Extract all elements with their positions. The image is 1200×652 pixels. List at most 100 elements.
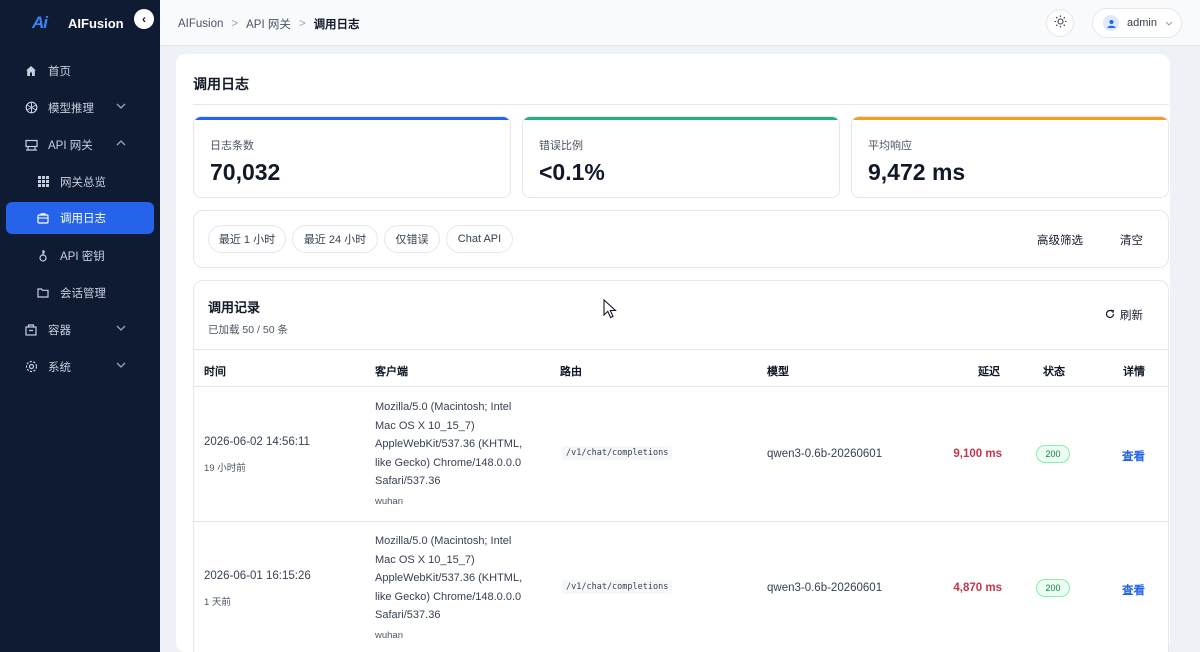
stat-value: <0.1% <box>539 159 605 185</box>
user-agent-line: Mozilla/5.0 (Macintosh; Intel <box>375 535 512 547</box>
cell-route: /v1/chat/completions <box>562 580 673 594</box>
brand-logo: Ai <box>32 13 48 32</box>
records-title: 调用记录 <box>208 300 261 315</box>
records-subtitle: 已加载 50 / 50 条 <box>208 324 288 336</box>
stat-value: 9,472 ms <box>868 159 966 185</box>
cell-location: wuhan <box>375 496 403 507</box>
sidebar-item-sessions[interactable]: 会话管理 <box>0 274 160 311</box>
collapse-sidebar-button[interactable]: ‹ <box>134 9 154 29</box>
page-title: 调用日志 <box>193 76 249 92</box>
user-agent-line: like Gecko) Chrome/148.0.0.0 <box>375 590 522 603</box>
filter-chip-errors-only[interactable]: 仅错误 <box>384 225 440 253</box>
column-header-client: 客户端 <box>375 366 408 378</box>
cell-relative-time: 19 小时前 <box>204 463 246 474</box>
stat-label: 错误比例 <box>539 140 583 152</box>
cell-time: 2026-06-01 16:15:26 <box>204 570 311 582</box>
brand: Ai AIFusion <box>32 10 124 36</box>
filter-chip-last-1h[interactable]: 最近 1 小时 <box>208 225 286 253</box>
advanced-filter-button[interactable]: 高级筛选 <box>1037 232 1083 248</box>
cell-user-agent: Mozilla/5.0 (Macintosh; Intel Mac OS X 1… <box>375 532 545 625</box>
stat-value: 70,032 <box>210 159 281 185</box>
sidebar-item-gateway-overview[interactable]: 网关总览 <box>0 163 160 200</box>
breadcrumb-item[interactable]: AIFusion <box>178 18 223 30</box>
sidebar-item-api-gateway[interactable]: API 网关 <box>0 126 160 163</box>
refresh-label: 刷新 <box>1120 310 1143 322</box>
stat-label: 平均响应 <box>868 140 912 152</box>
view-detail-link[interactable]: 查看 <box>1122 448 1145 464</box>
brand-name: AIFusion <box>68 15 124 31</box>
sidebar-item-home[interactable]: 首页 <box>0 52 160 89</box>
user-agent-line: like Gecko) Chrome/148.0.0.0 <box>375 456 522 469</box>
breadcrumb-separator-icon: > <box>231 18 239 30</box>
refresh-button[interactable]: 刷新 <box>1105 307 1143 323</box>
sun-icon <box>1054 15 1067 31</box>
cell-relative-time: 1 天前 <box>204 597 231 608</box>
cell-latency: 9,100 ms <box>953 448 1002 460</box>
sidebar-item-api-keys[interactable]: API 密钥 <box>0 237 160 274</box>
sidebar-item-label: 模型推理 <box>48 102 94 115</box>
stat-card-avg-response: 平均响应 9,472 ms <box>851 116 1169 198</box>
model-icon <box>24 101 38 115</box>
user-agent-line: Safari/537.36 <box>375 609 441 621</box>
grid-icon <box>36 175 50 189</box>
theme-toggle-button[interactable] <box>1046 9 1074 37</box>
clear-filter-button[interactable]: 清空 <box>1120 232 1143 248</box>
column-header-detail: 详情 <box>1123 366 1145 378</box>
sidebar-item-label: 网关总览 <box>60 176 106 189</box>
sidebar-item-model-inference[interactable]: 模型推理 <box>0 89 160 126</box>
breadcrumb-separator-icon: > <box>298 18 306 30</box>
sidebar-item-label: 会话管理 <box>60 287 106 300</box>
table-row: 2026-06-02 14:56:11 19 小时前 Mozilla/5.0 (… <box>194 388 1168 522</box>
sidebar-item-label: 调用日志 <box>60 213 106 225</box>
cell-latency: 4,870 ms <box>953 582 1002 594</box>
divider <box>193 104 1169 105</box>
sidebar-item-containers[interactable]: 容器 <box>0 311 160 348</box>
chevron-down-icon <box>116 360 126 371</box>
sidebar-item-system[interactable]: 系统 <box>0 348 160 385</box>
sidebar: Ai AIFusion ‹ 首页 模型推理 API 网关 网关总览 调用日志 A… <box>0 0 160 652</box>
user-agent-line: Mozilla/5.0 (Macintosh; Intel <box>375 401 512 413</box>
chevron-down-icon <box>1165 18 1173 28</box>
user-agent-line: AppleWebKit/537.36 (KHTML, <box>375 572 523 584</box>
topbar: AIFusion > API 网关 > 调用日志 admin <box>160 0 1200 46</box>
column-header-route: 路由 <box>560 366 582 378</box>
user-agent-line: Mac OS X 10_15_7) <box>375 419 475 432</box>
column-header-latency: 延迟 <box>978 366 1000 378</box>
column-header-time: 时间 <box>204 366 226 378</box>
table-header: 时间 客户端 路由 模型 延迟 状态 详情 <box>194 349 1168 387</box>
sidebar-nav: 首页 模型推理 API 网关 网关总览 调用日志 API 密钥 会话管理 容器 … <box>0 52 160 385</box>
home-icon <box>24 64 38 78</box>
user-name: admin <box>1127 17 1157 29</box>
filter-chip-last-24h[interactable]: 最近 24 小时 <box>292 225 378 253</box>
avatar <box>1103 15 1119 31</box>
table-row: 2026-06-01 16:15:26 1 天前 Mozilla/5.0 (Ma… <box>194 522 1168 652</box>
sidebar-item-label: API 网关 <box>48 139 93 152</box>
filter-chip-chat-api[interactable]: Chat API <box>446 225 513 253</box>
breadcrumb-item[interactable]: API 网关 <box>246 16 291 32</box>
sidebar-item-label: 系统 <box>48 361 71 374</box>
settings-icon <box>24 360 38 374</box>
sidebar-item-label: API 密钥 <box>60 250 105 263</box>
column-header-status: 状态 <box>1043 366 1065 378</box>
main-content: 调用日志 日志条数 70,032 错误比例 <0.1% 平均响应 9,472 m… <box>160 46 1200 652</box>
user-menu-button[interactable]: admin <box>1092 8 1182 38</box>
status-badge: 200 <box>1036 579 1070 597</box>
view-detail-link[interactable]: 查看 <box>1122 582 1145 598</box>
column-header-model: 模型 <box>767 366 789 378</box>
folder-icon <box>36 286 50 300</box>
gateway-icon <box>24 138 38 152</box>
filter-bar: 最近 1 小时 最近 24 小时 仅错误 Chat API 高级筛选 清空 <box>193 210 1169 268</box>
records-table-card: 调用记录 已加载 50 / 50 条 刷新 时间 客户端 路由 模型 延迟 状态… <box>193 280 1169 652</box>
user-agent-line: Mac OS X 10_15_7) <box>375 553 475 566</box>
log-icon <box>36 211 50 225</box>
stat-accent-bar <box>523 117 839 120</box>
page-card: 调用日志 日志条数 70,032 错误比例 <0.1% 平均响应 9,472 m… <box>176 54 1170 652</box>
status-badge: 200 <box>1036 445 1070 463</box>
chevron-down-icon <box>116 101 126 112</box>
sidebar-item-call-logs[interactable]: 调用日志 <box>6 202 154 234</box>
breadcrumb-current: 调用日志 <box>313 19 360 31</box>
key-icon <box>36 249 50 263</box>
stat-card-error-rate: 错误比例 <0.1% <box>522 116 840 198</box>
user-agent-line: AppleWebKit/537.36 (KHTML, <box>375 438 523 450</box>
cell-time: 2026-06-02 14:56:11 <box>204 436 310 448</box>
